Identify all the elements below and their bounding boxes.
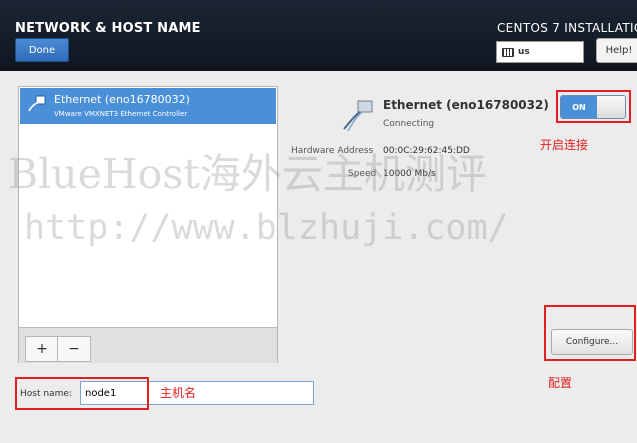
remove-device-button[interactable]: − bbox=[57, 336, 91, 362]
speed-value: 10000 Mb/s bbox=[383, 169, 436, 179]
help-button[interactable]: Help! bbox=[596, 38, 637, 63]
device-list: Ethernet (eno16780032) VMware VMXNET3 Et… bbox=[18, 86, 278, 363]
keyboard-layout-indicator[interactable]: us bbox=[496, 41, 584, 63]
configure-highlight-box bbox=[544, 305, 636, 361]
ethernet-icon bbox=[28, 95, 46, 112]
hardware-address-value: 00:0C:29:62:45:DD bbox=[383, 146, 470, 156]
device-list-toolbar: + − bbox=[19, 327, 277, 363]
selected-device-name: Ethernet (eno16780032) bbox=[383, 98, 549, 112]
ethernet-cable-icon bbox=[343, 100, 373, 132]
configure-annotation: 配置 bbox=[548, 376, 573, 390]
hostname-annotation: 主机名 bbox=[160, 386, 197, 400]
add-device-button[interactable]: + bbox=[25, 336, 59, 362]
product-title: CENTOS 7 INSTALLATIO bbox=[497, 21, 637, 35]
done-button[interactable]: Done bbox=[15, 38, 69, 62]
hostname-highlight-box bbox=[15, 377, 149, 410]
speed-label: Speed bbox=[348, 169, 377, 179]
toggle-annotation: 开启连接 bbox=[540, 138, 589, 152]
device-list-item[interactable]: Ethernet (eno16780032) VMware VMXNET3 Et… bbox=[20, 88, 276, 124]
page-title: NETWORK & HOST NAME bbox=[15, 21, 201, 36]
connection-status: Connecting bbox=[383, 119, 435, 129]
keyboard-icon bbox=[502, 47, 514, 57]
hardware-address-label: Hardware Address bbox=[291, 146, 374, 156]
device-name: Ethernet (eno16780032) bbox=[54, 93, 190, 106]
device-description: VMware VMXNET3 Ethernet Controller bbox=[54, 110, 188, 118]
keyboard-layout-label: us bbox=[518, 47, 530, 57]
header-bar: NETWORK & HOST NAME Done CENTOS 7 INSTAL… bbox=[0, 0, 637, 71]
toggle-highlight-box bbox=[556, 90, 631, 123]
